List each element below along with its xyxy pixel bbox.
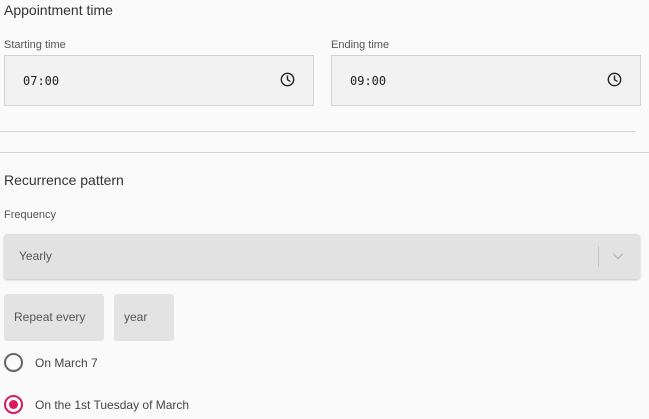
frequency-selected-value: Yearly	[19, 249, 52, 263]
radio-button-unchecked[interactable]	[4, 353, 23, 372]
radio-option-weekday[interactable]: On the 1st Tuesday of March	[4, 395, 304, 415]
radio-option-date-label: On March 7	[35, 356, 98, 370]
starting-time-value: 07:00	[23, 74, 60, 88]
chevron-down-icon[interactable]	[612, 251, 624, 261]
radio-selected-dot	[9, 400, 18, 409]
starting-time-label: Starting time	[4, 39, 66, 51]
radio-option-date[interactable]: On March 7	[4, 353, 304, 373]
radio-option-weekday-label: On the 1st Tuesday of March	[35, 398, 190, 412]
repeat-unit-box: year	[114, 294, 174, 341]
section-divider	[0, 152, 649, 153]
repeat-every-label: Repeat every	[14, 310, 86, 324]
ending-time-label: Ending time	[331, 39, 390, 51]
appointment-time-heading: Appointment time	[4, 2, 113, 18]
starting-time-field[interactable]: 07:00	[4, 55, 314, 106]
section-divider	[0, 131, 636, 132]
frequency-label: Frequency	[4, 209, 56, 221]
appointment-form: Appointment time Starting time 07:00 End…	[0, 0, 649, 419]
repeat-unit-label: year	[124, 310, 148, 324]
repeat-every-label-box: Repeat every	[4, 294, 104, 341]
ending-time-value: 09:00	[350, 74, 387, 88]
radio-button-checked[interactable]	[4, 395, 23, 414]
clock-icon[interactable]	[607, 72, 622, 87]
recurrence-pattern-heading: Recurrence pattern	[4, 172, 124, 188]
ending-time-field[interactable]: 09:00	[331, 55, 641, 106]
frequency-select[interactable]: Yearly	[4, 234, 640, 279]
clock-icon[interactable]	[280, 72, 295, 87]
select-separator	[598, 246, 599, 267]
